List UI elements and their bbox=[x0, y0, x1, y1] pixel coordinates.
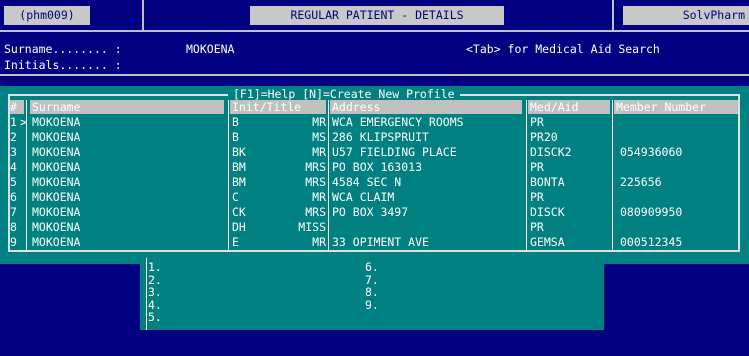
profile-row[interactable]: 2 MOKOENA B MS 286 KLIPSPRUIT PR20 bbox=[10, 131, 738, 143]
cell-medaid: DISCK2 bbox=[530, 145, 572, 159]
cell-address: WCA EMERGENCY ROOMS bbox=[332, 115, 464, 129]
cell-title: MRS bbox=[305, 205, 326, 219]
column-header-member-number: Member Number bbox=[614, 100, 738, 114]
cell-surname: MOKOENA bbox=[32, 205, 81, 219]
cell-title: MS bbox=[312, 130, 326, 144]
cell-member: 080909950 bbox=[620, 205, 683, 219]
column-header-address: Address bbox=[330, 100, 522, 114]
cell-surname: MOKOENA bbox=[32, 160, 81, 174]
selection-slot[interactable]: 6. bbox=[365, 261, 379, 273]
profile-row[interactable]: 1 > MOKOENA B MR WCA EMERGENCY ROOMS PR bbox=[10, 116, 738, 128]
cell-address: PO BOX 3497 bbox=[332, 205, 409, 219]
column-header-surname: Surname bbox=[30, 100, 224, 114]
cell-title: MISS bbox=[298, 220, 326, 234]
selection-slot[interactable]: 1. bbox=[148, 261, 162, 273]
selection-slot[interactable]: 2. bbox=[148, 274, 162, 286]
profile-row[interactable]: 9 MOKOENA E MR 33 OPIMENT AVE GEMSA 000512345 bbox=[10, 236, 738, 248]
selection-slot[interactable]: 4. bbox=[148, 299, 162, 311]
cell-member: 000512345 bbox=[620, 235, 683, 249]
selection-slot[interactable]: 5. bbox=[148, 311, 162, 323]
selection-slot[interactable]: 8. bbox=[365, 286, 379, 298]
cell-title: MR bbox=[312, 235, 326, 249]
divider bbox=[612, 0, 614, 30]
cell-surname: MOKOENA bbox=[32, 130, 81, 144]
cell-address: PO BOX 163013 bbox=[332, 160, 423, 174]
profile-row[interactable]: 7 MOKOENA CK MRS PO BOX 3497 DISCK 080909950 bbox=[10, 206, 738, 218]
cell-title: MRS bbox=[305, 160, 326, 174]
cell-num: 4 bbox=[10, 160, 17, 174]
divider bbox=[146, 258, 147, 330]
cell-member: 054936060 bbox=[620, 145, 683, 159]
cell-num: 6 bbox=[10, 190, 17, 204]
cell-num: 5 bbox=[10, 175, 17, 189]
initials-label: Initials....... : bbox=[4, 58, 122, 72]
surname-label: Surname........ : bbox=[4, 42, 122, 56]
cell-medaid: PR bbox=[530, 115, 544, 129]
selection-slot[interactable]: 9. bbox=[365, 299, 379, 311]
cell-surname: MOKOENA bbox=[32, 190, 81, 204]
program-id: (phm009) bbox=[4, 6, 90, 25]
cell-marker: > bbox=[20, 115, 27, 129]
cell-medaid: PR20 bbox=[530, 130, 558, 144]
initials-input[interactable] bbox=[140, 58, 200, 71]
cell-title: MR bbox=[312, 190, 326, 204]
cell-title: MR bbox=[312, 145, 326, 159]
profile-row[interactable]: 8 MOKOENA DH MISS PR bbox=[10, 221, 738, 233]
medical-aid-search-hint: <Tab> for Medical Aid Search bbox=[466, 42, 660, 56]
cell-surname: MOKOENA bbox=[32, 175, 81, 189]
cell-address: 286 KLIPSPRUIT bbox=[332, 130, 429, 144]
help-bar: [F1]=Help [N]=Create New Profile bbox=[228, 87, 460, 101]
cell-medaid: DISCK bbox=[530, 205, 565, 219]
app-name: SolvPharm bbox=[623, 6, 749, 25]
cell-title: MR bbox=[312, 115, 326, 129]
divider bbox=[0, 30, 749, 32]
cell-num: 7 bbox=[10, 205, 17, 219]
divider bbox=[0, 74, 749, 76]
surname-input[interactable]: MOKOENA bbox=[186, 42, 234, 56]
profile-row[interactable]: 5 MOKOENA BM MRS 4584 SEC N BONTA 225656 bbox=[10, 176, 738, 188]
cell-title: MRS bbox=[305, 175, 326, 189]
profile-row[interactable]: 3 MOKOENA BK MR U57 FIELDING PLACE DISCK2 0549… bbox=[10, 146, 738, 158]
cell-medaid: BONTA bbox=[530, 175, 565, 189]
cell-surname: MOKOENA bbox=[32, 145, 81, 159]
cell-num: 3 bbox=[10, 145, 17, 159]
screen-title: REGULAR PATIENT - DETAILS bbox=[250, 6, 504, 25]
divider bbox=[142, 0, 144, 30]
cell-medaid: PR bbox=[530, 220, 544, 234]
cell-num: 2 bbox=[10, 130, 17, 144]
cell-num: 8 bbox=[10, 220, 17, 234]
cell-address: 33 OPIMENT AVE bbox=[332, 235, 429, 249]
selection-slot[interactable]: 7. bbox=[365, 274, 379, 286]
cell-address: U57 FIELDING PLACE bbox=[332, 145, 457, 159]
cell-address: WCA CLAIM bbox=[332, 190, 395, 204]
cell-surname: MOKOENA bbox=[32, 235, 81, 249]
column-header-med-aid: Med/Aid bbox=[528, 100, 610, 114]
cell-medaid: GEMSA bbox=[530, 235, 565, 249]
cell-member: 225656 bbox=[620, 175, 662, 189]
cell-address: 4584 SEC N bbox=[332, 175, 402, 189]
cell-medaid: PR bbox=[530, 160, 544, 174]
selection-slot[interactable]: 3. bbox=[148, 286, 162, 298]
title-bar: (phm009) REGULAR PATIENT - DETAILS SolvP… bbox=[0, 0, 749, 30]
profile-row[interactable]: 6 MOKOENA C MR WCA CLAIM PR bbox=[10, 191, 738, 203]
cell-surname: MOKOENA bbox=[32, 220, 81, 234]
cell-surname: MOKOENA bbox=[32, 115, 81, 129]
cell-medaid: PR bbox=[530, 190, 544, 204]
column-header-init-title: Init/Title bbox=[230, 100, 326, 114]
cell-num: 9 bbox=[10, 235, 17, 249]
column-header-number: # bbox=[10, 100, 24, 114]
profile-row[interactable]: 4 MOKOENA BM MRS PO BOX 163013 PR bbox=[10, 161, 738, 173]
